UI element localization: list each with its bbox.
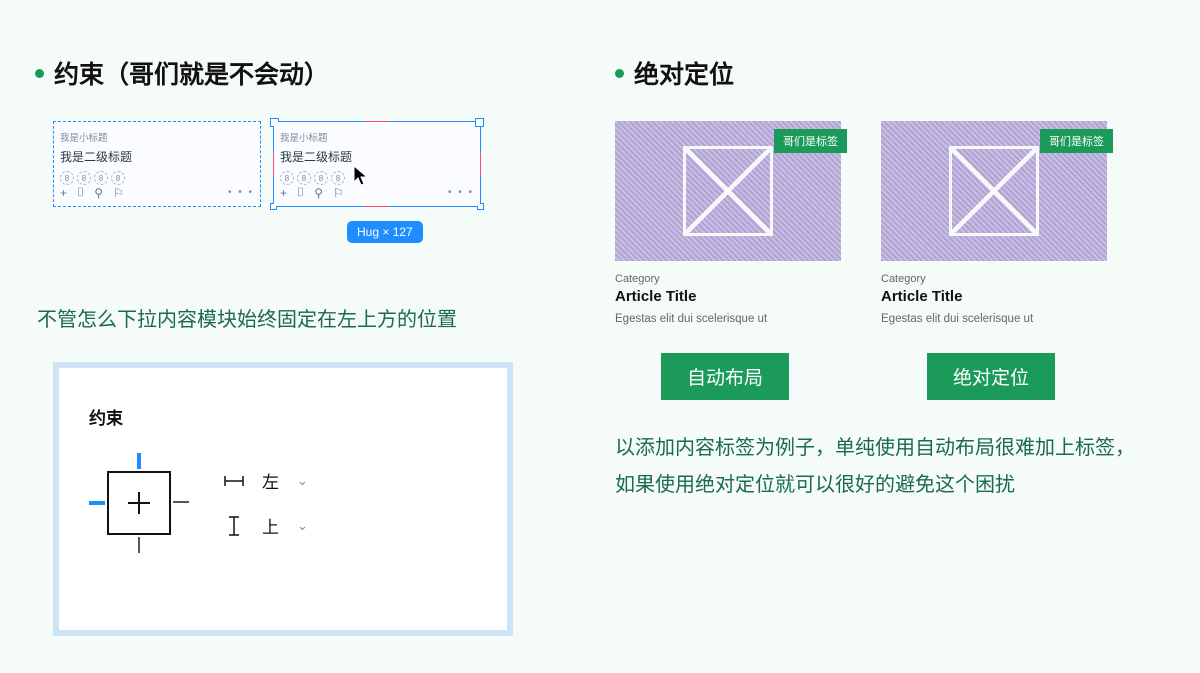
flag-icon: ⚐ — [333, 186, 344, 200]
avatar-icon: 8 — [331, 171, 345, 185]
cursor-icon — [353, 165, 371, 187]
layout-icon: ⌷ — [297, 185, 304, 200]
vertical-icon — [224, 516, 244, 536]
preview-frame-selected[interactable]: 我是小标题 我是二级标题 8 8 8 8 + ⌷ ⚲ ⚐ • • • — [273, 121, 481, 207]
label-autolayout: 自动布局 — [661, 353, 789, 400]
more-icon: • • • — [228, 187, 254, 198]
paragraph-absolute: 以添加内容标签为例子，单纯使用自动布局很难加上标签，如果使用绝对定位就可以很好的… — [615, 430, 1135, 504]
panel-title: 约束 — [89, 404, 477, 429]
vertical-constraint-select[interactable]: 上 ⌄ — [224, 513, 308, 538]
plus-icon: + — [280, 186, 287, 200]
preview-subtitle: 我是小标题 — [60, 130, 254, 144]
example-card-autolayout: 哥们是标签 Category Article Title Egestas eli… — [615, 121, 841, 325]
chevron-down-icon: ⌄ — [297, 518, 308, 534]
avatar-icon: 8 — [280, 171, 294, 185]
avatar-icon: 8 — [77, 171, 91, 185]
card-thumb: 哥们是标签 — [881, 121, 1107, 261]
preview-frame-left: 我是小标题 我是二级标题 8 8 8 8 + ⌷ ⚲ ⚐ • • • — [53, 121, 261, 207]
placeholder-image-icon — [949, 146, 1039, 236]
avatar-icon: 8 — [314, 171, 328, 185]
horizontal-value: 左 — [262, 468, 279, 493]
avatar-icon: 8 — [94, 171, 108, 185]
card-tag-badge: 哥们是标签 — [1040, 129, 1113, 153]
avatar-icon: 8 — [111, 171, 125, 185]
more-icon: • • • — [448, 187, 474, 198]
card-thumb: 哥们是标签 — [615, 121, 841, 261]
avatar-icon: 8 — [60, 171, 74, 185]
avatar-icon: 8 — [297, 171, 311, 185]
card-category: Category — [615, 273, 841, 285]
vertical-value: 上 — [262, 513, 279, 538]
card-title: Article Title — [881, 288, 1107, 305]
horizontal-constraint-select[interactable]: 左 ⌄ — [224, 468, 308, 493]
paragraph-constraints: 不管怎么下拉内容模块始终固定在左上方的位置 — [37, 301, 525, 340]
card-tag-badge: 哥们是标签 — [774, 129, 847, 153]
layout-icon: ⌷ — [77, 185, 84, 200]
constraint-box[interactable] — [89, 453, 189, 553]
card-title: Article Title — [615, 288, 841, 305]
card-category: Category — [881, 273, 1107, 285]
preview-title: 我是二级标题 — [280, 148, 474, 165]
heading-absolute: 绝对定位 — [615, 55, 1135, 91]
preview-subtitle: 我是小标题 — [280, 130, 474, 144]
flag-icon: ⚐ — [113, 186, 124, 200]
card-desc: Egestas elit dui scelerisque ut — [615, 313, 841, 325]
label-absolute: 绝对定位 — [927, 353, 1055, 400]
preview-title: 我是二级标题 — [60, 148, 254, 165]
heading-text: 约束（哥们就是不会动） — [54, 55, 329, 91]
horizontal-icon — [224, 475, 244, 487]
avatar-row: 8 8 8 8 — [60, 171, 254, 185]
bullet-icon — [35, 69, 44, 78]
heading-text: 绝对定位 — [634, 55, 734, 91]
heading-constraints: 约束（哥们就是不会动） — [35, 55, 525, 91]
plus-icon: + — [60, 186, 67, 200]
example-card-absolute: 哥们是标签 Category Article Title Egestas eli… — [881, 121, 1107, 325]
pin-icon: ⚲ — [94, 186, 103, 200]
constraints-panel: 约束 左 ⌄ — [53, 362, 513, 636]
placeholder-image-icon — [683, 146, 773, 236]
card-desc: Egestas elit dui scelerisque ut — [881, 313, 1107, 325]
pin-icon: ⚲ — [314, 186, 323, 200]
chevron-down-icon: ⌄ — [297, 473, 308, 489]
selection-size-pill: Hug × 127 — [347, 221, 423, 243]
avatar-row: 8 8 8 8 — [280, 171, 474, 185]
bullet-icon — [615, 69, 624, 78]
figma-selection-preview: 我是小标题 我是二级标题 8 8 8 8 + ⌷ ⚲ ⚐ • • • — [53, 121, 513, 241]
